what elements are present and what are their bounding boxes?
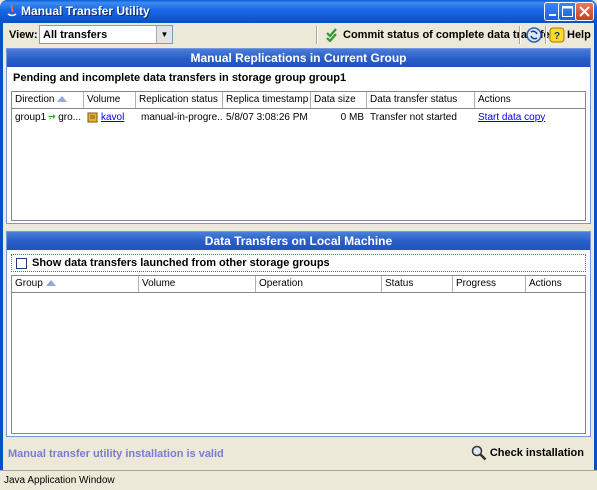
column-status[interactable]: Status xyxy=(382,276,453,292)
cell-direction: group1 gro... xyxy=(15,111,81,123)
local-transfers-table: Group Volume Operation Status Progress A… xyxy=(11,275,586,434)
local-transfers-panel: Data Transfers on Local Machine Show dat… xyxy=(6,231,591,437)
help-icon: ? xyxy=(549,27,565,43)
column-group[interactable]: Group xyxy=(12,276,139,292)
replications-panel: Manual Replications in Current Group Pen… xyxy=(6,48,591,224)
local-transfers-table-header: Group Volume Operation Status Progress A… xyxy=(12,276,585,293)
close-icon xyxy=(579,6,590,17)
sort-ascending-icon xyxy=(57,96,68,103)
taskbar-label: Java Application Window xyxy=(4,475,115,486)
check-installation-button[interactable]: Check installation xyxy=(471,443,584,463)
column-actions[interactable]: Actions xyxy=(475,92,585,108)
cell-data-size: 0 MB xyxy=(340,111,364,123)
toolbar-separator xyxy=(316,26,318,44)
close-button[interactable] xyxy=(575,2,594,21)
show-other-groups-checkbox[interactable] xyxy=(16,257,27,269)
cell-transfer-status: Transfer not started xyxy=(370,111,457,123)
toolbar: View: All transfers ▼ Commit status of c… xyxy=(3,23,594,47)
column-data-size[interactable]: Data size xyxy=(311,92,367,108)
java-icon xyxy=(7,4,17,17)
installation-status-message: Manual transfer utility installation is … xyxy=(8,448,224,460)
volume-link[interactable]: kavol xyxy=(101,112,124,123)
chevron-down-icon[interactable]: ▼ xyxy=(156,26,172,43)
cell-actions: Start data copy xyxy=(475,109,585,125)
cell-volume: kavol xyxy=(84,109,136,125)
view-select[interactable]: All transfers ▼ xyxy=(39,25,173,44)
cell-replication-status: manual-in-progre... xyxy=(141,111,223,123)
window-title: Manual Transfer Utility xyxy=(21,4,150,18)
replications-panel-subtitle: Pending and incomplete data transfers in… xyxy=(13,72,347,84)
replications-panel-header: Manual Replications in Current Group xyxy=(7,49,590,67)
maximize-icon xyxy=(562,6,573,17)
title-bar: Manual Transfer Utility xyxy=(0,0,597,23)
start-data-copy-link[interactable]: Start data copy xyxy=(478,112,545,123)
view-select-value: All transfers xyxy=(43,29,108,41)
column-operation[interactable]: Operation xyxy=(256,276,382,292)
refresh-button[interactable] xyxy=(525,26,543,44)
refresh-icon xyxy=(526,27,542,43)
toolbar-separator xyxy=(545,26,547,44)
column-replica-timestamp[interactable]: Replica timestamp xyxy=(223,92,311,108)
local-transfers-panel-header: Data Transfers on Local Machine xyxy=(7,232,590,250)
column-progress[interactable]: Progress xyxy=(453,276,526,292)
column-volume[interactable]: Volume xyxy=(84,92,136,108)
view-label: View: xyxy=(9,29,38,41)
transfer-arrows-icon xyxy=(48,114,56,120)
column-data-transfer-status[interactable]: Data transfer status xyxy=(367,92,475,108)
status-line: Manual transfer utility installation is … xyxy=(3,441,594,465)
sort-ascending-icon xyxy=(45,280,56,287)
magnifier-icon xyxy=(471,445,487,461)
cell-replica-timestamp: 5/8/07 3:08:26 PM xyxy=(226,111,308,123)
help-button[interactable]: ? Help xyxy=(549,26,591,44)
check-installation-label: Check installation xyxy=(489,447,584,459)
column-actions[interactable]: Actions xyxy=(526,276,585,292)
replications-table: Direction Volume Replication status Repl… xyxy=(11,91,586,221)
toolbar-separator xyxy=(519,26,521,44)
help-label: Help xyxy=(567,29,591,41)
column-direction[interactable]: Direction xyxy=(12,92,84,108)
svg-text:?: ? xyxy=(554,31,560,42)
table-row[interactable]: group1 gro... kavol manual-in-progre... … xyxy=(12,109,585,125)
commit-icon xyxy=(326,28,337,42)
column-volume[interactable]: Volume xyxy=(139,276,256,292)
show-other-groups-checkbox-row[interactable]: Show data transfers launched from other … xyxy=(11,254,586,272)
replications-table-header: Direction Volume Replication status Repl… xyxy=(12,92,585,109)
column-replication-status[interactable]: Replication status xyxy=(136,92,223,108)
show-other-groups-label: Show data transfers launched from other … xyxy=(32,257,330,269)
volume-icon xyxy=(87,112,98,123)
taskbar: Java Application Window xyxy=(0,470,597,490)
